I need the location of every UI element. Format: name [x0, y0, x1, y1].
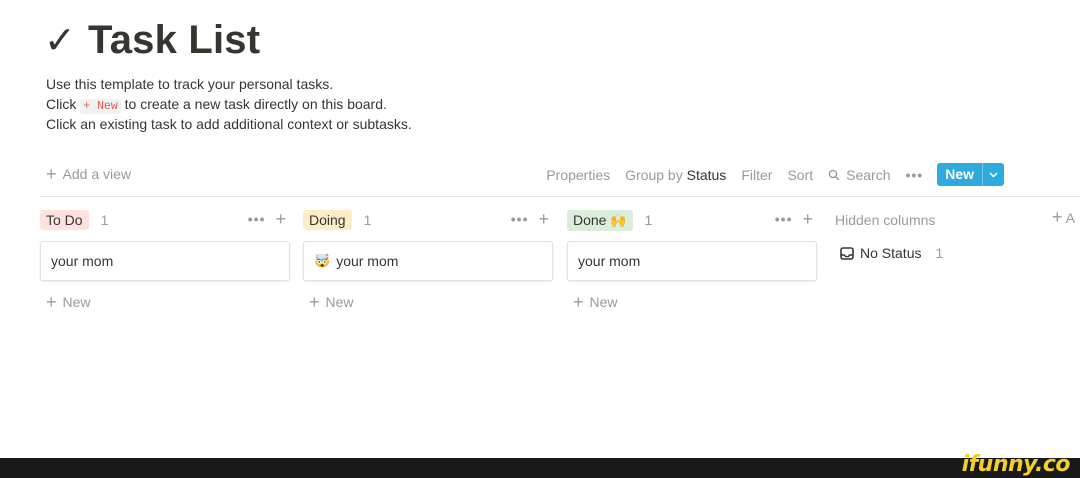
toolbar-actions: Properties Group by Status Filter Sort S…	[531, 163, 1004, 186]
column-new-button[interactable]: + New	[567, 292, 817, 312]
plus-icon: +	[46, 164, 57, 184]
filter-button[interactable]: Filter	[741, 167, 772, 183]
add-group-button[interactable]: + A	[1052, 207, 1075, 227]
column-new-label: New	[62, 294, 91, 310]
new-button-label: New	[945, 166, 974, 182]
group-by-button[interactable]: Group by Status	[625, 167, 726, 183]
column-count: 1	[644, 212, 653, 228]
task-card-title: your mom	[336, 253, 399, 269]
sort-button[interactable]: Sort	[787, 167, 813, 183]
column-actions: ••• +	[248, 210, 286, 228]
board-toolbar: + Add a view Properties Group by Status …	[40, 160, 1080, 190]
group-by-label: Group by	[625, 166, 683, 183]
column-header: Done 🙌 1 ••• +	[567, 208, 817, 232]
add-view-button[interactable]: + Add a view	[46, 164, 131, 184]
task-card[interactable]: your mom	[567, 241, 817, 281]
add-group-label: A	[1065, 210, 1075, 226]
column-actions: ••• +	[511, 210, 549, 228]
hidden-columns-label: Hidden columns	[835, 212, 936, 228]
inline-code-new: + New	[80, 99, 121, 114]
new-button[interactable]: New	[937, 163, 1004, 186]
exploding-head-icon: 🤯	[314, 253, 331, 268]
board-column-done: Done 🙌 1 ••• + your mom + New	[567, 208, 817, 312]
no-status-label: No Status	[860, 245, 922, 261]
column-new-label: New	[325, 294, 354, 310]
checkmark-icon: ✓	[44, 20, 77, 62]
plus-icon: +	[309, 292, 320, 312]
column-new-label: New	[589, 294, 618, 310]
column-header: Doing 1 ••• +	[303, 208, 553, 232]
status-tag-done[interactable]: Done 🙌	[567, 209, 633, 231]
description-line-2: Click + New to create a new task directl…	[46, 94, 412, 114]
hidden-column-no-status[interactable]: No Status 1	[840, 245, 943, 261]
column-more-icon[interactable]: •••	[775, 211, 793, 227]
status-tag-done-label: Done	[573, 211, 607, 228]
description-line-1: Use this template to track your personal…	[46, 76, 334, 92]
inbox-icon	[840, 246, 854, 260]
no-status-count: 1	[935, 245, 944, 261]
description-line-2-post: to create a new task directly on this bo…	[124, 96, 387, 112]
search-label: Search	[846, 166, 891, 183]
column-more-icon[interactable]: •••	[511, 211, 529, 227]
status-tag-doing[interactable]: Doing	[303, 210, 352, 230]
page-description: Use this template to track your personal…	[46, 74, 412, 134]
description-line-2-pre: Click	[46, 96, 77, 112]
plus-icon: +	[1052, 207, 1063, 227]
page-title: ✓ Task List	[44, 18, 260, 63]
column-more-icon[interactable]: •••	[248, 211, 266, 227]
ifunny-watermark-logo: ifunny.co	[961, 452, 1071, 477]
task-card[interactable]: your mom	[40, 241, 290, 281]
search-icon	[828, 169, 840, 180]
group-by-value: Status	[686, 166, 727, 183]
page-title-text: Task List	[88, 18, 261, 62]
column-new-button[interactable]: + New	[40, 292, 290, 312]
more-options-button[interactable]: •••	[905, 167, 923, 183]
add-view-label: Add a view	[62, 166, 131, 182]
column-count: 1	[100, 212, 109, 228]
column-header: To Do 1 ••• +	[40, 208, 290, 232]
plus-icon: +	[46, 292, 57, 312]
toolbar-divider	[40, 196, 1080, 197]
raised-hands-icon: 🙌	[610, 212, 627, 228]
column-new-button[interactable]: + New	[303, 292, 553, 312]
search-button[interactable]: Search	[828, 167, 890, 183]
chevron-down-icon[interactable]	[982, 163, 1004, 186]
description-line-3: Click an existing task to add additional…	[46, 116, 412, 132]
status-tag-todo[interactable]: To Do	[40, 210, 89, 230]
column-add-icon[interactable]: +	[538, 210, 549, 228]
column-add-icon[interactable]: +	[802, 210, 813, 228]
task-card[interactable]: 🤯 your mom	[303, 241, 553, 281]
task-card-title: your mom	[51, 253, 114, 269]
column-actions: ••• +	[775, 210, 813, 228]
board-column-doing: Doing 1 ••• + 🤯 your mom + New	[303, 208, 553, 312]
plus-icon: +	[573, 292, 584, 312]
column-add-icon[interactable]: +	[275, 210, 286, 228]
board-column-todo: To Do 1 ••• + your mom + New	[40, 208, 290, 312]
watermark-bar: ifunny.co	[0, 452, 1080, 478]
properties-button[interactable]: Properties	[546, 167, 610, 183]
column-count: 1	[363, 212, 372, 228]
task-card-title: your mom	[578, 253, 641, 269]
